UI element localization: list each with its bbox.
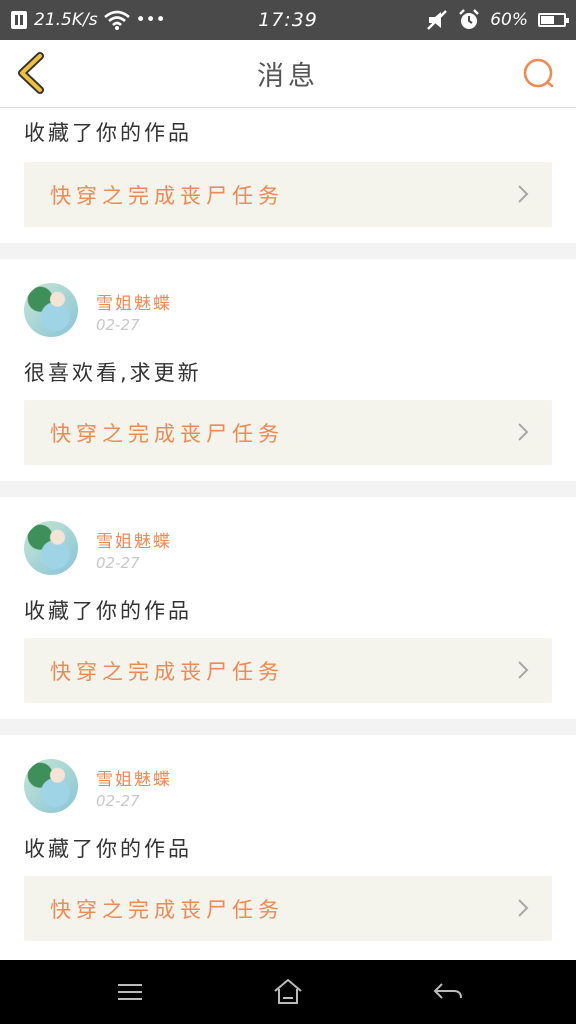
message-text: 收藏了你的作品: [24, 837, 192, 861]
divider: [0, 243, 576, 259]
avatar[interactable]: [24, 521, 78, 575]
work-title: 快穿之完成丧尸任务: [50, 183, 284, 208]
work-card[interactable]: 快穿之完成丧尸任务: [24, 638, 552, 703]
work-card[interactable]: 快穿之完成丧尸任务: [24, 162, 552, 227]
message-text: 很喜欢看,求更新: [24, 361, 202, 385]
avatar[interactable]: [24, 283, 78, 337]
divider: [0, 481, 576, 497]
work-title: 快穿之完成丧尸任务: [50, 659, 284, 684]
status-bar: 21.5K/s ••• 17:39 60%: [0, 0, 576, 40]
chevron-right-icon: [518, 423, 529, 441]
message-text: 收藏了你的作品: [24, 599, 192, 623]
battery-level: [541, 16, 555, 24]
message-date: 02-27: [96, 554, 140, 572]
system-nav-bar: [0, 960, 576, 1024]
return-icon[interactable]: [428, 976, 468, 1008]
divider: [0, 719, 576, 735]
message-item: 雪姐魅蝶 02-27 收藏了你的作品 快穿之完成丧尸任务: [0, 735, 576, 957]
page-title: 消息: [257, 61, 319, 92]
work-title: 快穿之完成丧尸任务: [50, 421, 284, 446]
top-nav-bar: 消息: [0, 40, 576, 108]
work-card[interactable]: 快穿之完成丧尸任务: [24, 876, 552, 941]
message-date: 02-27: [96, 316, 140, 334]
message-item: 雪姐魅蝶 02-27 很喜欢看,求更新 快穿之完成丧尸任务: [0, 259, 576, 481]
chevron-right-icon: [518, 899, 529, 917]
avatar[interactable]: [24, 759, 78, 813]
message-text: 收藏了你的作品: [24, 121, 192, 145]
message-item: 收藏了你的作品 快穿之完成丧尸任务: [0, 108, 576, 243]
message-list: 收藏了你的作品 快穿之完成丧尸任务 雪姐魅蝶 02-27 很喜欢看,求更新 快穿…: [0, 108, 576, 960]
message-date: 02-27: [96, 792, 140, 810]
alarm-icon: [459, 9, 480, 29]
status-right: 60%: [426, 0, 569, 40]
user-name[interactable]: 雪姐魅蝶: [96, 765, 172, 790]
work-title: 快穿之完成丧尸任务: [50, 897, 284, 922]
menu-icon[interactable]: [110, 976, 150, 1008]
home-icon[interactable]: [268, 976, 308, 1008]
message-item: 雪姐魅蝶 02-27 收藏了你的作品 快穿之完成丧尸任务: [0, 497, 576, 719]
work-card[interactable]: 快穿之完成丧尸任务: [24, 400, 552, 465]
vibrate-off-icon: [427, 10, 448, 30]
battery-icon: [538, 13, 569, 27]
battery-percent: 60%: [490, 10, 528, 30]
search-icon[interactable]: [520, 55, 558, 93]
chevron-right-icon: [518, 661, 529, 679]
chevron-right-icon: [518, 185, 529, 203]
user-name[interactable]: 雪姐魅蝶: [96, 289, 172, 314]
user-name[interactable]: 雪姐魅蝶: [96, 527, 172, 552]
